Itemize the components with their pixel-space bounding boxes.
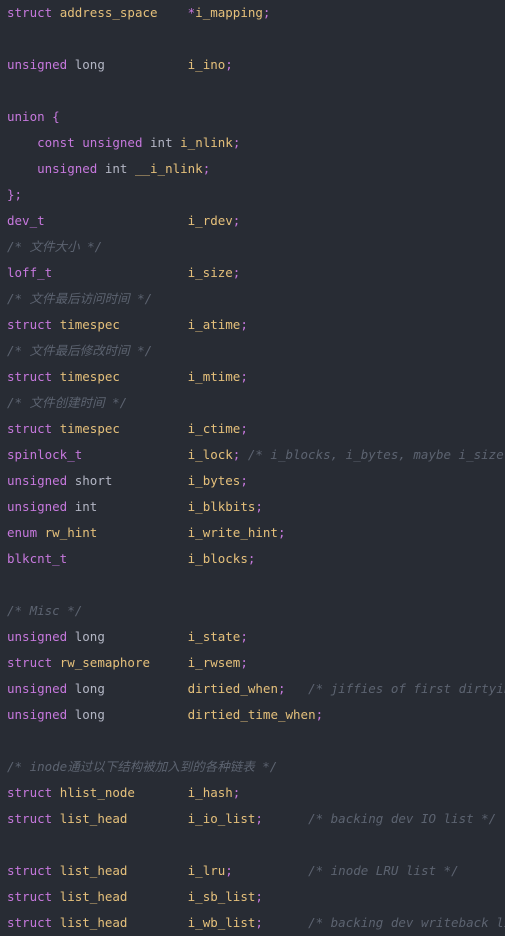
code-line[interactable]: unsigned long dirtied_when; /* jiffies o… <box>0 676 505 702</box>
code-line[interactable]: const unsigned int i_nlink; <box>0 130 505 156</box>
code-line[interactable]: struct hlist_node i_hash; <box>0 780 505 806</box>
code-line-blank[interactable] <box>0 26 505 52</box>
code-line-blank[interactable] <box>0 728 505 754</box>
code-line[interactable]: struct address_space *i_mapping; <box>0 0 505 26</box>
code-comment: /* backing dev writeback list */ <box>308 915 505 930</box>
code-line[interactable]: struct rw_semaphore i_rwsem; <box>0 650 505 676</box>
code-line-blank[interactable] <box>0 572 505 598</box>
code-line[interactable]: enum rw_hint i_write_hint; <box>0 520 505 546</box>
code-line[interactable]: /* 文件最后访问时间 */ <box>0 286 505 312</box>
code-comment: /* 文件大小 */ <box>7 239 103 254</box>
code-line[interactable]: loff_t i_size; <box>0 260 505 286</box>
code-comment: /* jiffies of first dirtying */ <box>308 681 505 696</box>
code-line[interactable]: struct list_head i_lru; /* inode LRU lis… <box>0 858 505 884</box>
code-line[interactable]: unsigned long i_state; <box>0 624 505 650</box>
code-line[interactable]: /* 文件最后修改时间 */ <box>0 338 505 364</box>
code-line[interactable]: unsigned long i_ino; <box>0 52 505 78</box>
code-line[interactable]: struct list_head i_wb_list; /* backing d… <box>0 910 505 936</box>
code-line[interactable]: union { <box>0 104 505 130</box>
code-line[interactable]: }; <box>0 182 505 208</box>
code-line[interactable]: struct timespec i_ctime; <box>0 416 505 442</box>
code-line[interactable]: dev_t i_rdev; <box>0 208 505 234</box>
code-comment: /* i_blocks, i_bytes, maybe i_size */ <box>247 447 505 462</box>
code-comment: /* 文件创建时间 */ <box>7 395 128 410</box>
code-comment: /* 文件最后访问时间 */ <box>7 291 153 306</box>
code-editor-viewport[interactable]: struct address_space *i_mapping; unsigne… <box>0 0 505 930</box>
code-line-blank[interactable] <box>0 78 505 104</box>
code-lines-container[interactable]: struct address_space *i_mapping; unsigne… <box>0 0 505 936</box>
code-comment: /* inode通过以下结构被加入到的各种链表 */ <box>7 759 278 774</box>
code-line[interactable]: unsigned int i_blkbits; <box>0 494 505 520</box>
code-line[interactable]: spinlock_t i_lock; /* i_blocks, i_bytes,… <box>0 442 505 468</box>
code-line[interactable]: /* 文件创建时间 */ <box>0 390 505 416</box>
code-line[interactable]: struct list_head i_sb_list; <box>0 884 505 910</box>
code-line[interactable]: /* 文件大小 */ <box>0 234 505 260</box>
code-line[interactable]: struct timespec i_atime; <box>0 312 505 338</box>
code-line[interactable]: /* inode通过以下结构被加入到的各种链表 */ <box>0 754 505 780</box>
code-comment: /* inode LRU list */ <box>308 863 459 878</box>
code-comment: /* backing dev IO list */ <box>308 811 497 826</box>
code-comment: /* Misc */ <box>7 603 83 618</box>
code-line[interactable]: blkcnt_t i_blocks; <box>0 546 505 572</box>
code-line[interactable]: unsigned long dirtied_time_when; <box>0 702 505 728</box>
code-line[interactable]: unsigned int __i_nlink; <box>0 156 505 182</box>
code-line[interactable]: /* Misc */ <box>0 598 505 624</box>
code-comment: /* 文件最后修改时间 */ <box>7 343 153 358</box>
code-line[interactable]: unsigned short i_bytes; <box>0 468 505 494</box>
code-line[interactable]: struct timespec i_mtime; <box>0 364 505 390</box>
code-line[interactable]: struct list_head i_io_list; /* backing d… <box>0 806 505 832</box>
code-line-blank[interactable] <box>0 832 505 858</box>
